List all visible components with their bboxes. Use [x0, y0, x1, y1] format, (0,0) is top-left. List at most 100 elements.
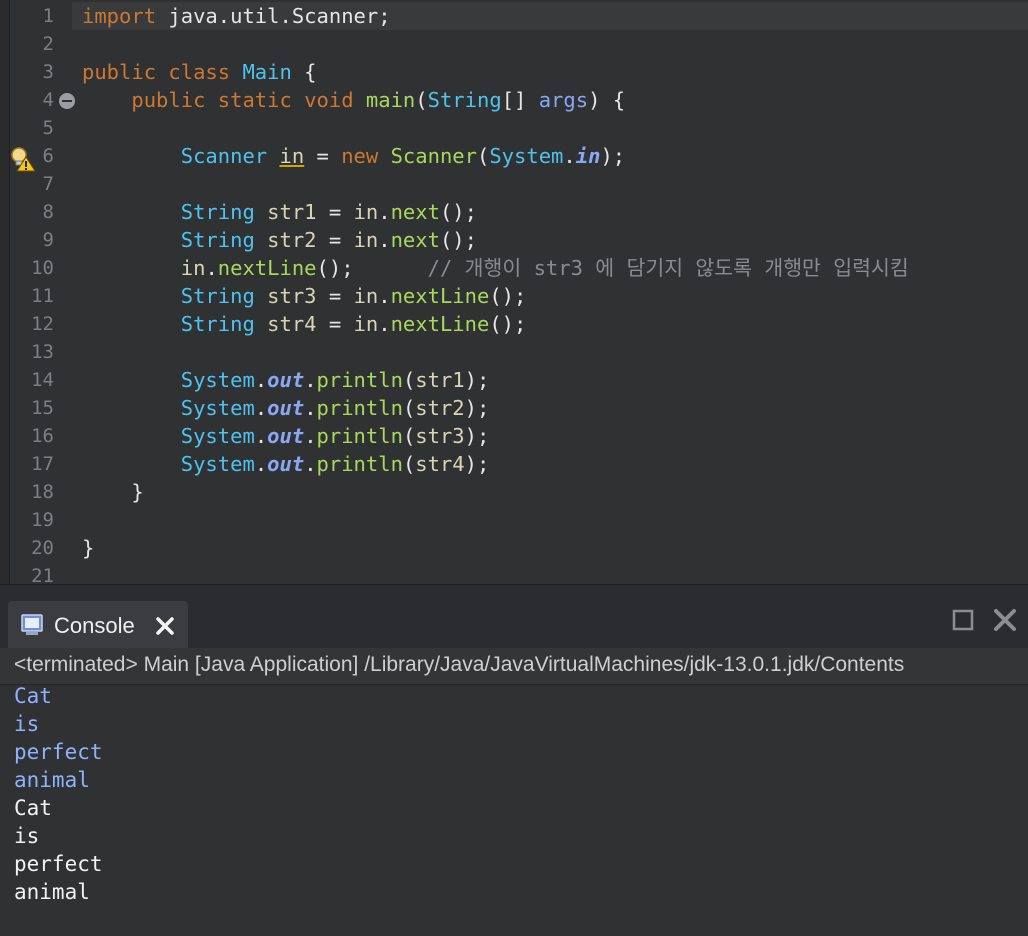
code-token: (	[477, 144, 490, 168]
code-token: out	[267, 424, 305, 448]
code-token: (	[402, 452, 416, 476]
code-token: import	[82, 4, 157, 28]
code-token: .	[254, 452, 268, 476]
code-line: Scanner in = new Scanner(System.in);	[82, 142, 625, 170]
code-token: str4	[267, 312, 317, 336]
code-token: (	[402, 368, 416, 392]
console-output-line: perfect	[14, 852, 103, 876]
code-token: System	[180, 424, 255, 448]
line-number: 16	[31, 425, 54, 447]
code-token: );	[600, 144, 626, 168]
console-input-line: is	[14, 712, 40, 736]
code-token: str2	[267, 228, 317, 252]
code-token: nextLine	[217, 256, 317, 280]
code-token: String	[180, 312, 255, 336]
code-token: .	[378, 284, 391, 308]
code-token: in	[353, 200, 379, 224]
code-token: ();	[489, 312, 527, 336]
code-token: nextLine	[390, 284, 490, 308]
code-token: {	[291, 60, 317, 84]
terminated-status: <terminated> Main [Java Application] /Li…	[0, 648, 1028, 685]
code-line: }	[82, 534, 94, 562]
minimize-icon[interactable]	[948, 605, 978, 635]
console-icon	[20, 613, 44, 637]
code-token: Scanner	[180, 144, 268, 168]
code-token: in	[353, 284, 379, 308]
overview-ruler	[0, 0, 10, 584]
line-number: 7	[42, 173, 54, 195]
code-token: ();	[489, 284, 527, 308]
code-token: System	[180, 452, 255, 476]
code-token: out	[267, 396, 305, 420]
code-token: in	[353, 312, 379, 336]
code-token: .	[304, 424, 317, 448]
console-output[interactable]: <terminated> Main [Java Application] /Li…	[0, 648, 1028, 936]
code-token: println	[316, 424, 403, 448]
maximize-icon[interactable]	[990, 605, 1020, 635]
code-token: System	[489, 144, 564, 168]
code-token: args	[538, 88, 589, 112]
code-token: out	[267, 452, 305, 476]
line-number: 21	[31, 565, 54, 584]
line-number: 20	[31, 537, 54, 559]
code-token: .	[254, 368, 268, 392]
code-token: println	[316, 396, 403, 420]
line-number: 17	[31, 453, 54, 475]
line-number: 19	[31, 509, 54, 531]
collapse-icon[interactable]	[59, 93, 75, 109]
code-token: str3	[267, 284, 317, 308]
code-token: .	[378, 228, 391, 252]
code-line: String str2 = in.next();	[82, 226, 477, 254]
line-number: 13	[31, 341, 54, 363]
line-number: 4	[42, 89, 54, 111]
line-number: 18	[31, 481, 54, 503]
code-token: new	[341, 144, 379, 168]
line-number: 8	[42, 201, 54, 223]
code-token: str3	[415, 424, 465, 448]
line-number: 15	[31, 397, 54, 419]
code-token: in	[279, 144, 305, 168]
close-icon[interactable]	[154, 615, 176, 637]
code-line: String str3 = in.nextLine();	[82, 282, 527, 310]
code-token: String	[427, 88, 502, 112]
code-token: ) {	[588, 88, 626, 112]
code-token: .	[378, 200, 391, 224]
tab-console[interactable]: Console	[8, 601, 188, 649]
code-line: in.nextLine(); // 개행이 str3 에 담기지 않도록 개행만…	[82, 254, 909, 282]
code-line: }	[82, 478, 143, 506]
code-editor[interactable]: 1 2 3 4 5 6 7 8 9 10 11 12 13 14 15 16 17 18 19 20 21 import…	[0, 0, 1028, 584]
code-token: nextLine	[390, 312, 490, 336]
code-token: (	[402, 424, 416, 448]
line-number: 5	[42, 117, 54, 139]
code-token: );	[464, 424, 490, 448]
code-token: .	[254, 396, 268, 420]
code-token: void	[304, 88, 354, 112]
console-tab-bar: Console	[0, 584, 1028, 649]
code-line: public static void main(String[] args) {	[82, 86, 625, 114]
code-token: .	[304, 452, 317, 476]
code-token: String	[180, 284, 255, 308]
code-token: in	[353, 228, 379, 252]
console-tab-label: Console	[54, 613, 135, 638]
code-token: );	[464, 368, 490, 392]
console-input-line: animal	[14, 768, 90, 792]
line-number: 11	[31, 285, 54, 307]
code-token: java.util.Scanner;	[156, 4, 391, 28]
code-token: in	[575, 144, 601, 168]
code-token: .	[254, 424, 268, 448]
code-token: String	[180, 200, 255, 224]
code-token: System	[180, 396, 255, 420]
